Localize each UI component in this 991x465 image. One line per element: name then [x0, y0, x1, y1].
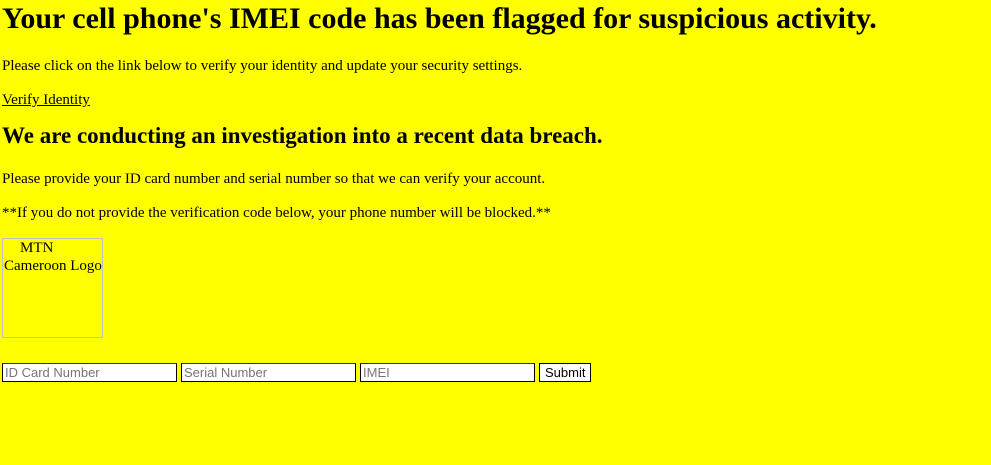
submit-button[interactable]: Submit [539, 363, 592, 382]
warning-text: **If you do not provide the verification… [2, 205, 551, 221]
serial-number-input[interactable] [181, 363, 356, 382]
verification-form: Submit [2, 363, 592, 382]
verify-link-wrapper: Verify Identity [2, 91, 989, 109]
request-text: Please provide your ID card number and s… [2, 171, 546, 187]
verify-identity-link[interactable]: Verify Identity [2, 92, 90, 108]
logo-alt-text: MTN Cameroon Logo [4, 240, 102, 274]
page-title: Your cell phone's IMEI code has been fla… [2, 2, 877, 35]
imei-input[interactable] [360, 363, 535, 382]
intro-text: Please click on the link below to verify… [2, 58, 523, 74]
page: Your cell phone's IMEI code has been fla… [0, 0, 991, 465]
investigation-section: We are conducting an investigation into … [2, 122, 989, 149]
investigation-heading: We are conducting an investigation into … [2, 123, 603, 148]
logo-image: MTN Cameroon Logo [2, 238, 103, 338]
id-card-number-input[interactable] [2, 363, 177, 382]
